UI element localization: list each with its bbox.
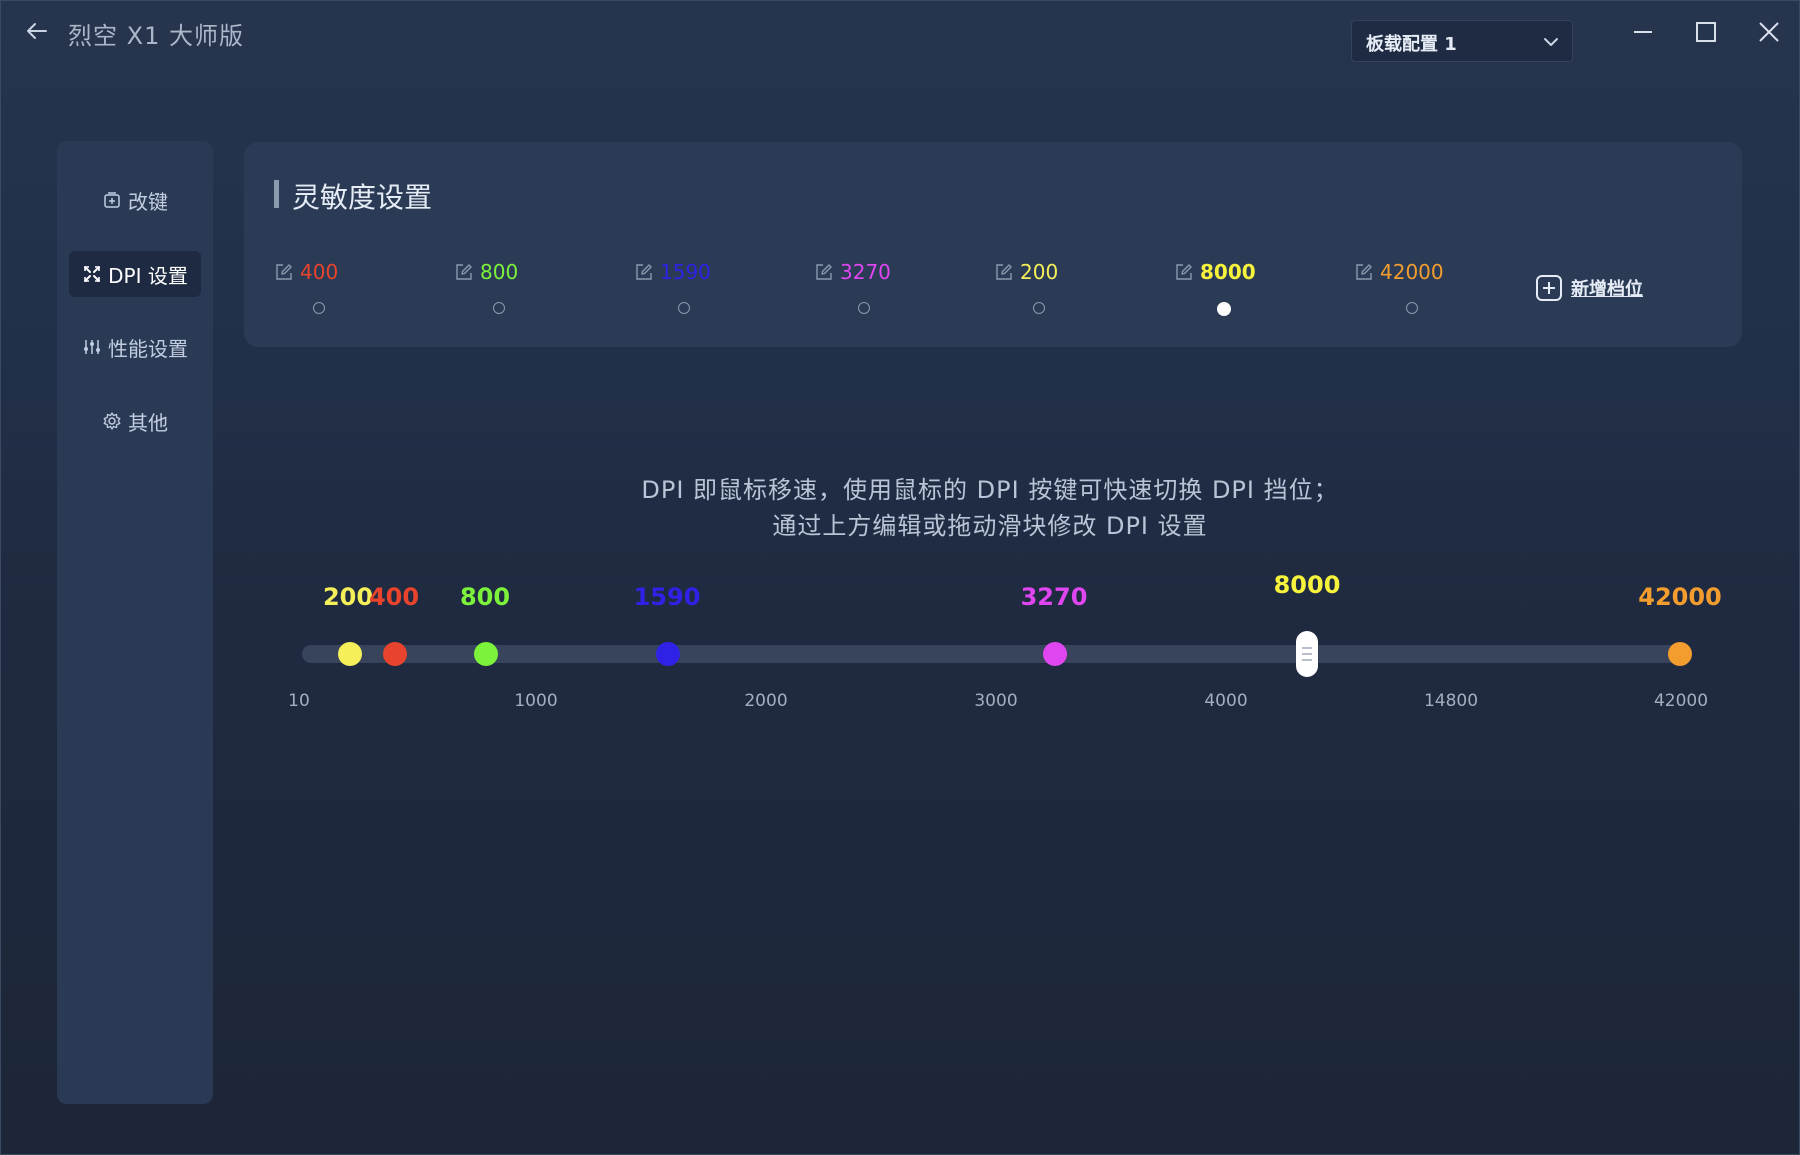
description-line-1: DPI 即鼠标移速，使用鼠标的 DPI 按键可快速切换 DPI 挡位； bbox=[641, 476, 1339, 504]
close-icon bbox=[1759, 22, 1779, 42]
dpi-stages-panel: 灵敏度设置 400 800 1590 3270 200 8000 42000 新… bbox=[244, 142, 1742, 347]
dpi-marker-800[interactable] bbox=[474, 642, 498, 666]
dpi-stage-value[interactable]: 400 bbox=[300, 260, 338, 284]
dpi-marker-3270[interactable] bbox=[1043, 642, 1067, 666]
chevron-down-icon bbox=[1544, 38, 1558, 46]
arrow-left-icon bbox=[27, 23, 47, 39]
sidebar-item-performance[interactable]: 性能设置 bbox=[69, 324, 201, 370]
edit-icon[interactable] bbox=[634, 262, 654, 282]
dpi-stage-value[interactable]: 1590 bbox=[660, 260, 711, 284]
back-button[interactable] bbox=[20, 14, 54, 48]
sidebar-item-label: DPI 设置 bbox=[108, 263, 188, 288]
dpi-stage-radio[interactable] bbox=[858, 302, 870, 314]
dpi-stage-radio[interactable] bbox=[313, 302, 325, 314]
profile-select[interactable]: 板载配置 1 bbox=[1351, 20, 1573, 62]
edit-icon[interactable] bbox=[1174, 262, 1194, 282]
slider-tick: 1000 bbox=[514, 691, 558, 711]
dpi-marker-label: 1590 bbox=[633, 583, 701, 611]
dpi-stage-radio[interactable] bbox=[678, 302, 690, 314]
dpi-stage-7: 42000 bbox=[1354, 260, 1464, 330]
sidebar-item-label: 其他 bbox=[128, 410, 168, 435]
dpi-stage-1: 400 bbox=[274, 260, 384, 330]
dpi-stage-value[interactable]: 3270 bbox=[840, 260, 891, 284]
dpi-stage-5: 200 bbox=[994, 260, 1104, 330]
title-bar: 烈空 X1 大师版 板载配置 1 bbox=[0, 0, 1800, 70]
description-line-2: 通过上方编辑或拖动滑块修改 DPI 设置 bbox=[772, 512, 1208, 540]
dpi-marker-label: 800 bbox=[459, 583, 511, 611]
grip-line bbox=[1302, 659, 1312, 661]
dpi-marker-label: 400 bbox=[368, 583, 420, 611]
dpi-marker-label: 200 bbox=[322, 583, 374, 611]
app-window: 烈空 X1 大师版 板载配置 1 改键 DPI 设置 性能设置 其他 灵敏度设置… bbox=[0, 0, 1800, 1155]
dpi-slider-thumb[interactable] bbox=[1296, 631, 1318, 677]
dpi-stage-value[interactable]: 800 bbox=[480, 260, 518, 284]
dpi-stage-4: 3270 bbox=[814, 260, 924, 330]
title-accent-bar bbox=[274, 180, 279, 208]
dpi-stage-radio[interactable] bbox=[493, 302, 505, 314]
dpi-stage-radio[interactable] bbox=[1406, 302, 1418, 314]
dpi-marker-200[interactable] bbox=[338, 642, 362, 666]
dpi-icon bbox=[84, 266, 101, 282]
minimize-icon bbox=[1634, 31, 1652, 33]
gear-icon bbox=[103, 412, 121, 430]
dpi-marker-label: 3270 bbox=[1020, 583, 1088, 611]
plus-square-icon bbox=[1536, 275, 1562, 301]
dpi-slider-track[interactable] bbox=[302, 645, 1692, 663]
close-button[interactable] bbox=[1749, 14, 1789, 50]
sidebar-item-keymap[interactable]: 改键 bbox=[69, 177, 201, 223]
add-stage-button[interactable]: 新增档位 bbox=[1535, 272, 1643, 304]
slider-tick: 42000 bbox=[1653, 691, 1709, 711]
edit-icon[interactable] bbox=[814, 262, 834, 282]
edit-icon[interactable] bbox=[1354, 262, 1374, 282]
app-title: 烈空 X1 大师版 bbox=[68, 22, 244, 50]
panel-title: 灵敏度设置 bbox=[292, 181, 433, 214]
dpi-current-label: 8000 bbox=[1273, 571, 1341, 599]
grip-line bbox=[1302, 647, 1312, 649]
sliders-icon bbox=[84, 340, 100, 354]
dpi-stage-radio[interactable] bbox=[1033, 302, 1045, 314]
dpi-stage-3: 1590 bbox=[634, 260, 744, 330]
add-stage-label: 新增档位 bbox=[1571, 279, 1643, 300]
dpi-stage-6: 8000 bbox=[1174, 260, 1284, 330]
dpi-stage-radio-selected[interactable] bbox=[1217, 302, 1231, 316]
dpi-stage-2: 800 bbox=[454, 260, 564, 330]
slider-tick: 4000 bbox=[1204, 691, 1248, 711]
sidebar: 改键 DPI 设置 性能设置 其他 bbox=[57, 141, 213, 1104]
edit-icon[interactable] bbox=[994, 262, 1014, 282]
slider-tick: 3000 bbox=[974, 691, 1018, 711]
dpi-stage-value[interactable]: 42000 bbox=[1380, 260, 1444, 284]
dpi-marker-42000[interactable] bbox=[1668, 642, 1692, 666]
dpi-marker-1590[interactable] bbox=[656, 642, 680, 666]
dpi-stage-value[interactable]: 200 bbox=[1020, 260, 1058, 284]
sidebar-item-label: 性能设置 bbox=[108, 336, 188, 361]
slider-tick: 10 bbox=[288, 691, 310, 711]
maximize-button[interactable] bbox=[1686, 14, 1726, 50]
slider-tick: 14800 bbox=[1423, 691, 1479, 711]
edit-icon[interactable] bbox=[454, 262, 474, 282]
slider-tick: 2000 bbox=[744, 691, 788, 711]
sidebar-item-other[interactable]: 其他 bbox=[69, 398, 201, 444]
grip-line bbox=[1302, 653, 1312, 655]
dpi-stage-value[interactable]: 8000 bbox=[1200, 260, 1256, 284]
minimize-button[interactable] bbox=[1623, 14, 1663, 50]
dpi-marker-label: 42000 bbox=[1638, 583, 1722, 611]
sidebar-item-dpi[interactable]: DPI 设置 bbox=[69, 251, 201, 297]
maximize-icon bbox=[1696, 22, 1716, 42]
sidebar-item-label: 改键 bbox=[128, 189, 168, 214]
edit-icon[interactable] bbox=[274, 262, 294, 282]
keymap-icon bbox=[104, 192, 120, 208]
dpi-marker-400[interactable] bbox=[383, 642, 407, 666]
profile-select-value: 板载配置 1 bbox=[1366, 34, 1457, 55]
